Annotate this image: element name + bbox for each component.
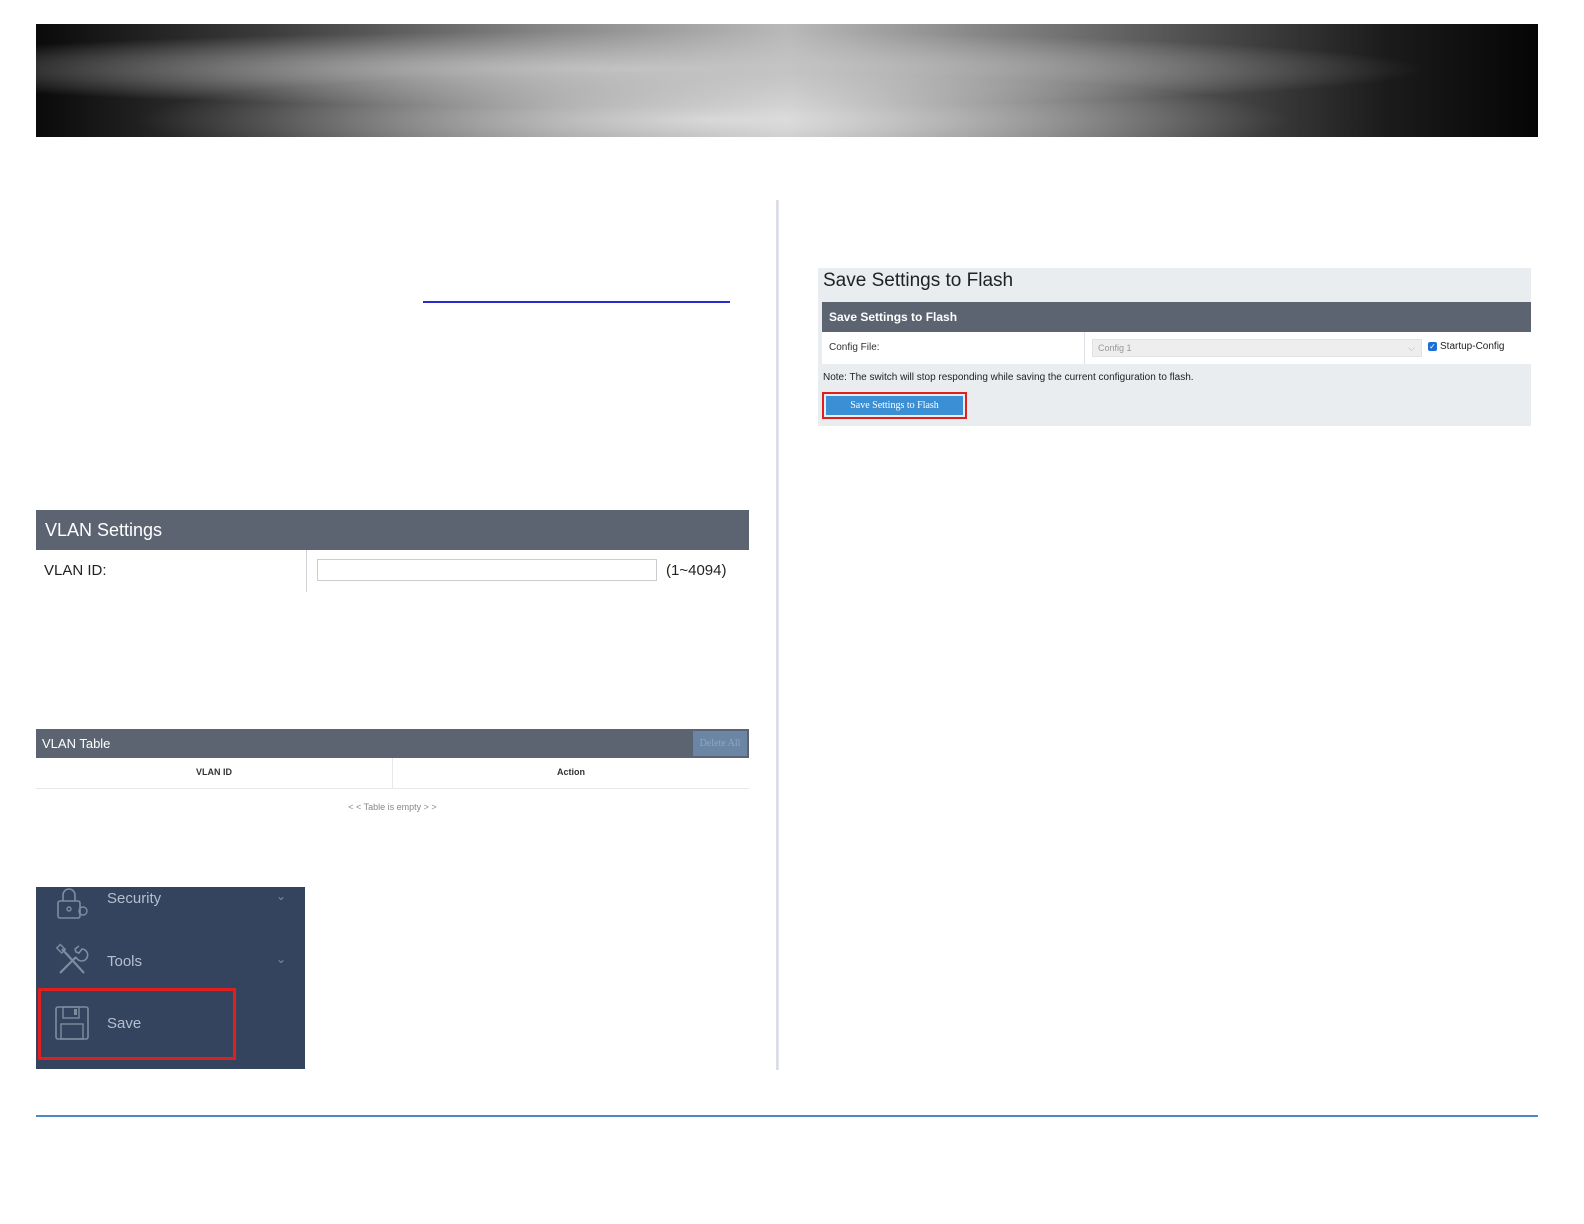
sidebar-item-tools-label: Tools — [107, 953, 143, 970]
config-file-selected-value: Config 1 — [1098, 343, 1132, 353]
config-file-select[interactable]: Config 1 ⌵ — [1092, 339, 1422, 357]
vlan-table-header: VLAN Table Delete All — [36, 729, 749, 758]
vlan-settings-panel: VLAN Settings VLAN ID: (1~4094) — [36, 510, 749, 592]
page-title: Save Settings to Flash — [823, 270, 1014, 291]
config-file-separator — [1084, 332, 1085, 364]
column-header-vlan-id[interactable]: VLAN ID — [36, 758, 392, 788]
vlan-table-columns: VLAN ID Action — [36, 758, 749, 789]
vlan-id-label: VLAN ID: — [44, 562, 107, 579]
lock-icon — [57, 888, 88, 919]
document-link[interactable] — [423, 301, 730, 303]
vlan-id-separator — [306, 550, 307, 592]
header-banner — [36, 24, 1538, 137]
save-settings-to-flash-button[interactable]: Save Settings to Flash — [826, 396, 963, 415]
save-settings-panel: Save Settings to Flash Save Settings to … — [818, 268, 1531, 426]
vlan-id-input[interactable] — [317, 559, 657, 581]
save-button-highlight: Save Settings to Flash — [822, 392, 967, 419]
save-settings-section-header: Save Settings to Flash — [822, 302, 1531, 332]
sidebar-menu: Security ⌄ Tools ⌄ Save — [36, 887, 305, 1069]
tools-icon — [55, 943, 89, 974]
config-file-row: Config File: Config 1 ⌵ ✓ Startup-Config — [822, 332, 1531, 364]
chevron-down-icon: ⌄ — [276, 889, 287, 903]
vlan-id-row: VLAN ID: (1~4094) — [36, 550, 749, 592]
vlan-settings-title: VLAN Settings — [36, 510, 749, 550]
sidebar-item-security[interactable]: Security ⌄ — [36, 887, 305, 935]
save-note: Note: The switch will stop responding wh… — [823, 372, 1194, 383]
startup-config-label: Startup-Config — [1440, 341, 1505, 352]
chevron-down-icon: ⌄ — [276, 952, 287, 966]
sidebar-item-security-label: Security — [107, 890, 162, 907]
table-empty-message: < < Table is empty > > — [348, 802, 437, 812]
startup-config-checkbox[interactable]: ✓ — [1428, 342, 1437, 351]
column-divider — [776, 200, 779, 1070]
config-file-label: Config File: — [829, 342, 880, 353]
vlan-id-range-hint: (1~4094) — [666, 562, 727, 579]
footer-rule — [36, 1115, 1538, 1117]
vlan-table-title: VLAN Table — [42, 736, 111, 751]
column-header-action[interactable]: Action — [392, 758, 749, 788]
chevron-down-icon: ⌵ — [1408, 343, 1415, 353]
delete-all-button[interactable]: Delete All — [693, 731, 747, 756]
save-highlight-box — [38, 988, 236, 1060]
vlan-table: VLAN Table Delete All VLAN ID Action < <… — [36, 729, 749, 819]
